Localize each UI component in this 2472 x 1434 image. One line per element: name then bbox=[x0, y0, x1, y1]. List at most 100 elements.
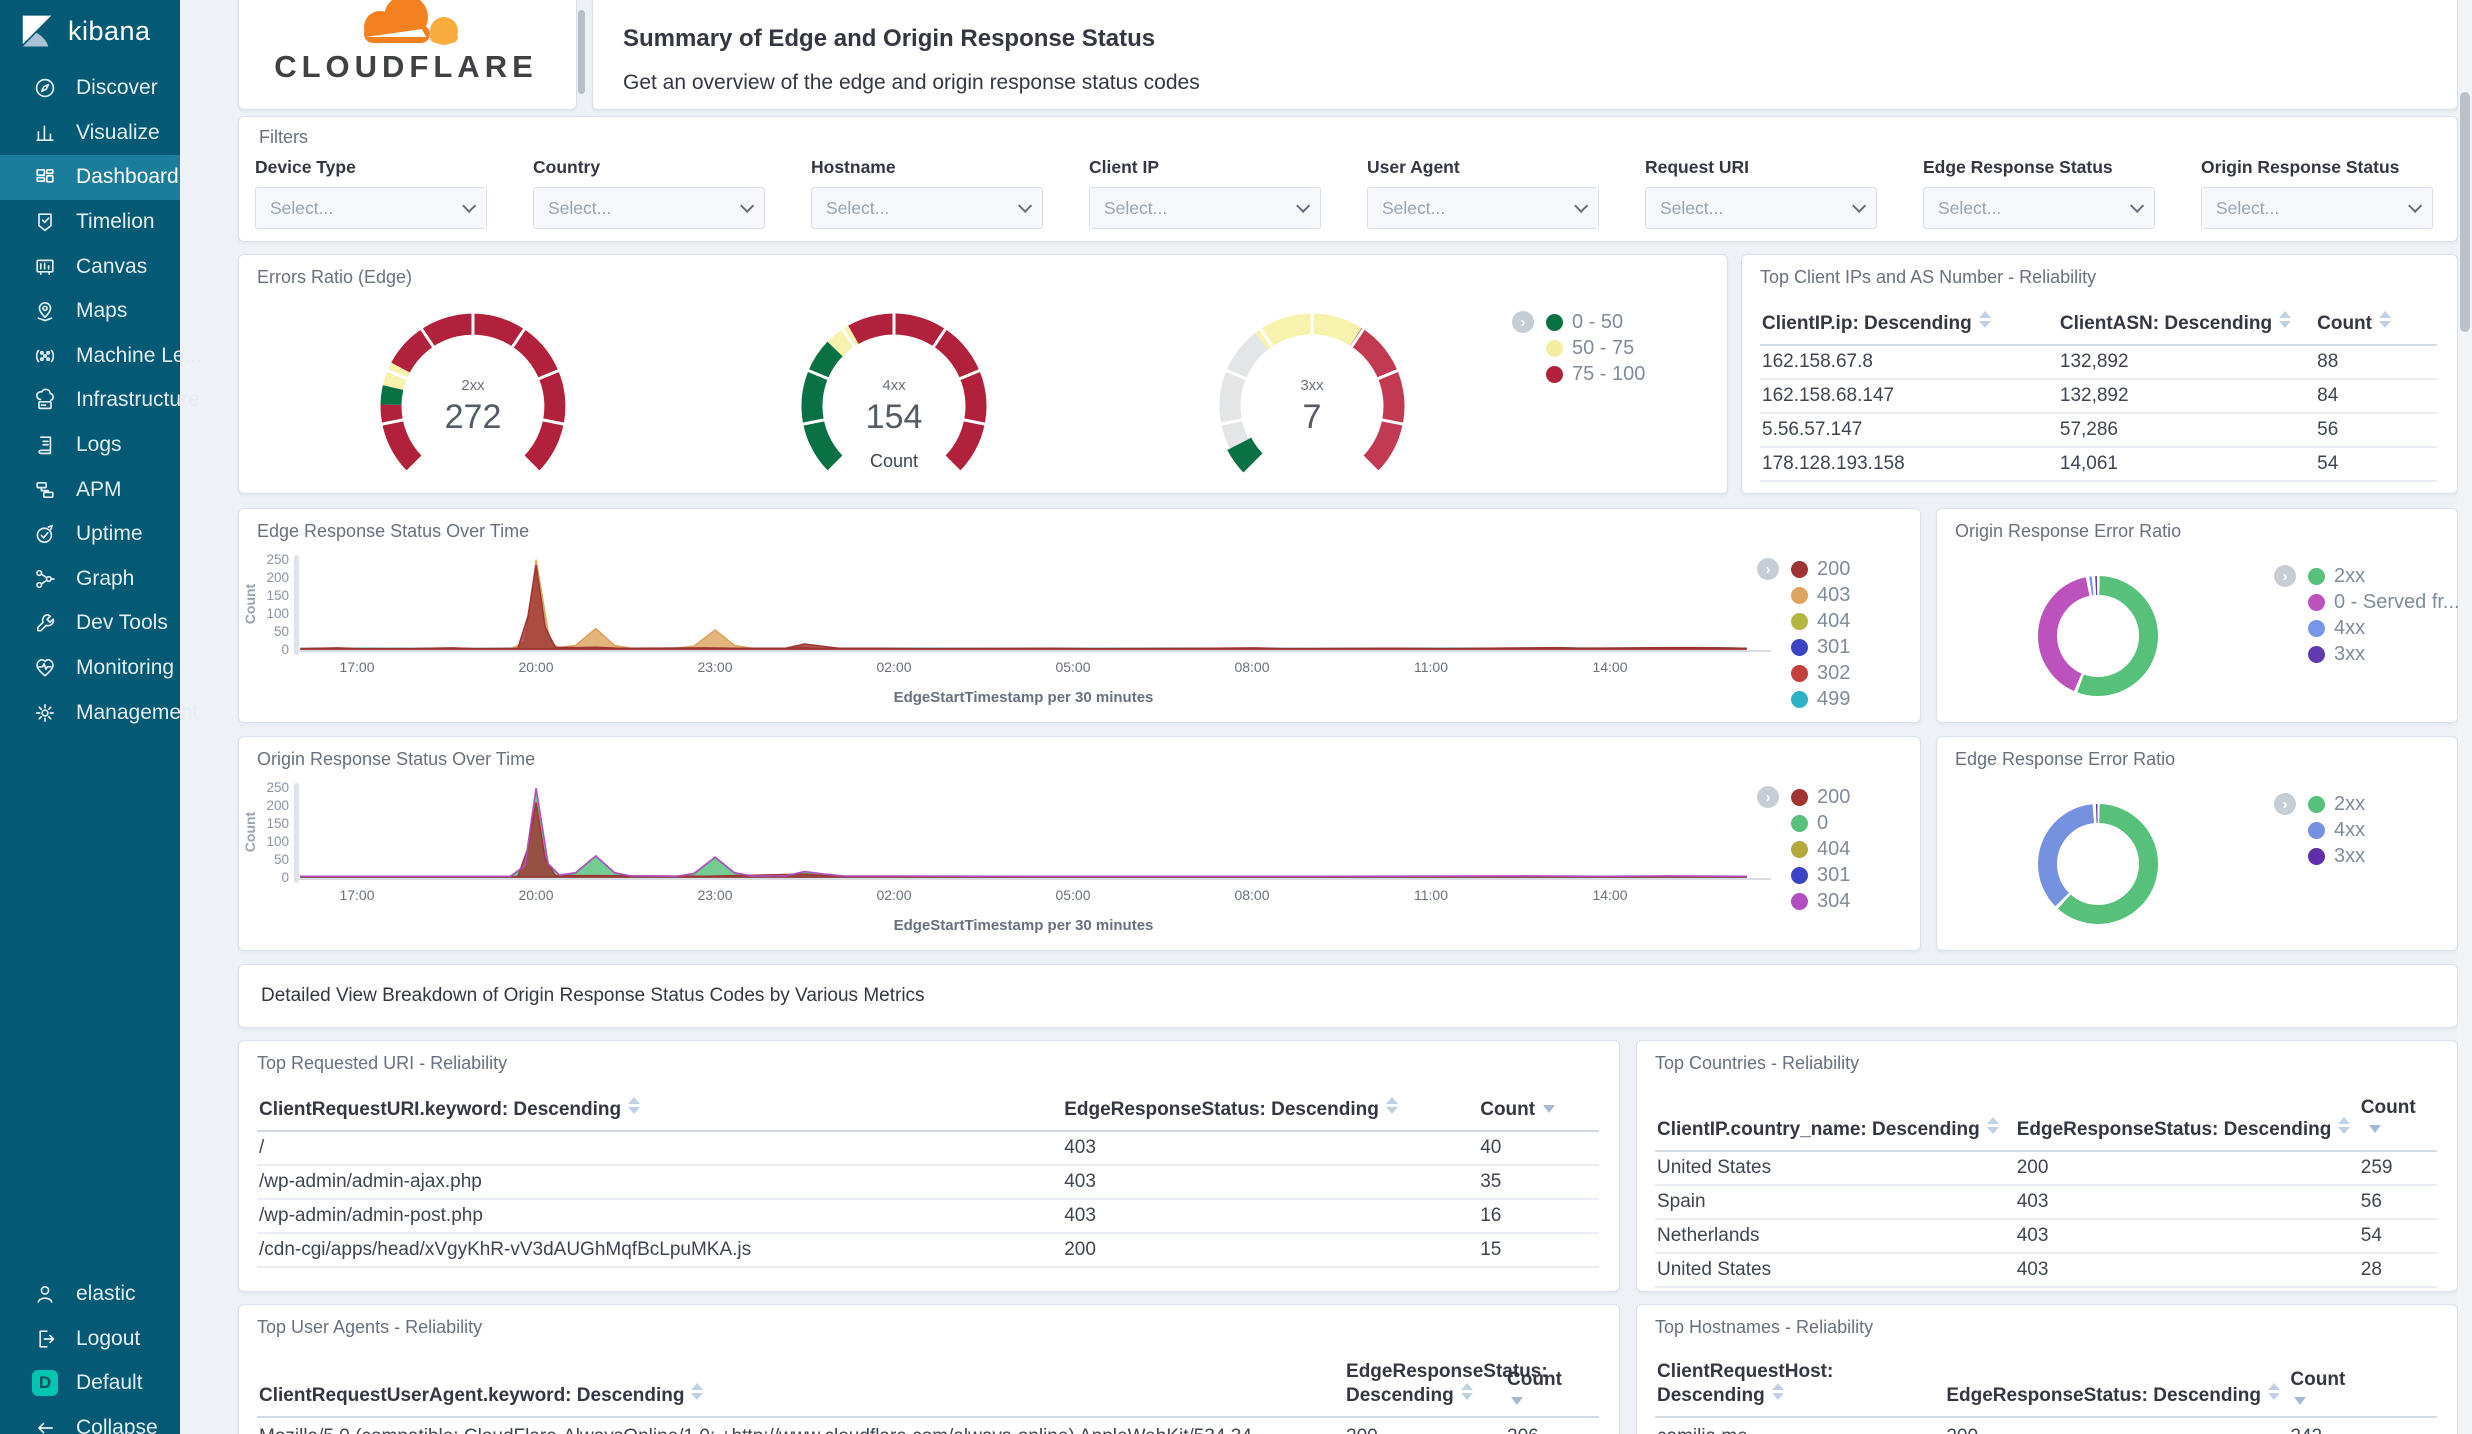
cloudflare-logo-panel: CLOUDFLARE bbox=[238, 0, 577, 110]
sidebar-item-visualize[interactable]: Visualize bbox=[0, 111, 180, 156]
svg-text:3xx: 3xx bbox=[1300, 377, 1324, 394]
legend-item-0-served-fr[interactable]: 0 - Served fr... bbox=[2308, 589, 2460, 615]
sidebar-item-default[interactable]: D Default bbox=[0, 1361, 180, 1406]
filter-select-user-agent[interactable]: Select... bbox=[1367, 187, 1599, 229]
sidebar-item-canvas[interactable]: Canvas bbox=[0, 244, 180, 289]
panel-scrollbar-thumb[interactable] bbox=[578, 10, 585, 94]
column-header-clientrequesturi-keyword-descending[interactable]: ClientRequestURI.keyword: Descending bbox=[257, 1089, 1063, 1132]
sidebar-item-label: Collapse bbox=[76, 1416, 158, 1434]
column-header-clientrequestuseragent-keyword-descending[interactable]: ClientRequestUserAgent.keyword: Descendi… bbox=[257, 1353, 1345, 1418]
column-header-edgeresponsestatus-descending[interactable]: EdgeResponseStatus: Descending bbox=[1944, 1353, 2289, 1418]
filter-select-request-uri[interactable]: Select... bbox=[1645, 187, 1877, 229]
kibana-logo-row[interactable]: kibana bbox=[0, 0, 180, 62]
filter-select-device-type[interactable]: Select... bbox=[255, 187, 487, 229]
legend-dot bbox=[1791, 840, 1808, 858]
sidebar-item-management[interactable]: Management bbox=[0, 690, 199, 735]
legend-toggle-icon[interactable]: › bbox=[1757, 786, 1779, 808]
legend-item-50-75[interactable]: 50 - 75 bbox=[1546, 335, 1645, 361]
sidebar-item-dashboard[interactable]: Dashboard bbox=[0, 155, 180, 200]
filter-select-country[interactable]: Select... bbox=[533, 187, 765, 229]
legend-item-label: 0 - Served fr... bbox=[2334, 590, 2460, 613]
table-cell: 54 bbox=[2358, 1219, 2437, 1254]
table-row: Mozilla/5.0 (compatible; CloudFlare-Alwa… bbox=[257, 1417, 1599, 1434]
column-header-clientrequesthost-descending[interactable]: ClientRequestHost: Descending bbox=[1655, 1353, 1945, 1418]
graph-icon bbox=[32, 566, 58, 592]
column-header-clientip-ip-descending[interactable]: ClientIP.ip: Descending bbox=[1760, 303, 2058, 346]
column-header-clientip-country-name-descending[interactable]: ClientIP.country_name: Descending bbox=[1655, 1089, 2015, 1152]
sidebar-item-discover[interactable]: Discover bbox=[0, 66, 180, 111]
data-table: ClientRequestURI.keyword: Descending Edge… bbox=[257, 1089, 1599, 1268]
legend-item-200[interactable]: 200 bbox=[1791, 784, 1850, 810]
window-scrollbar-thumb[interactable] bbox=[2460, 92, 2470, 332]
legend-item-0[interactable]: 0 bbox=[1791, 810, 1850, 836]
column-header-edgeresponsestatus-descending[interactable]: EdgeResponseStatus: Descending bbox=[2014, 1089, 2359, 1152]
sidebar-item-graph[interactable]: Graph bbox=[0, 557, 180, 602]
chevron-down-icon bbox=[740, 198, 755, 213]
window-scrollbar-track[interactable] bbox=[2458, 0, 2472, 1434]
legend-dot bbox=[2308, 821, 2325, 839]
legend-item-301[interactable]: 301 bbox=[1791, 862, 1850, 888]
legend-item-0-50[interactable]: 0 - 50 bbox=[1546, 309, 1645, 335]
sidebar-item-monitoring[interactable]: Monitoring bbox=[0, 646, 180, 691]
filter-select-client-ip[interactable]: Select... bbox=[1089, 187, 1321, 229]
legend-item-304[interactable]: 304 bbox=[1791, 888, 1850, 914]
sidebar-item-infrastructure[interactable]: Infrastructure bbox=[0, 378, 200, 423]
legend-item-404[interactable]: 404 bbox=[1791, 836, 1850, 862]
legend-item-499[interactable]: 499 bbox=[1791, 686, 1850, 712]
legend-item-4xx[interactable]: 4xx bbox=[2308, 817, 2365, 843]
table-cell: 162.158.68.147 bbox=[1760, 379, 2058, 414]
sidebar-item-timelion[interactable]: Timelion bbox=[0, 200, 180, 245]
sidebar-item-collapse[interactable]: Collapse bbox=[0, 1406, 180, 1434]
column-header-edgeresponsestatus-descending[interactable]: EdgeResponseStatus: Descending bbox=[1062, 1089, 1479, 1132]
legend-item-302[interactable]: 302 bbox=[1791, 660, 1850, 686]
legend-item-4xx[interactable]: 4xx bbox=[2308, 615, 2460, 641]
svg-text:200: 200 bbox=[266, 798, 289, 813]
column-header-count[interactable]: Count bbox=[2288, 1353, 2437, 1418]
legend-item-3xx[interactable]: 3xx bbox=[2308, 641, 2460, 667]
sidebar-item-elastic[interactable]: elastic bbox=[0, 1272, 180, 1317]
column-header-edgeresponsestatus-descending[interactable]: EdgeResponseStatus: Descending bbox=[1344, 1353, 1548, 1418]
svg-text:154: 154 bbox=[866, 398, 923, 436]
sort-icon bbox=[1460, 1383, 1473, 1400]
dashboard-subtitle: Get an overview of the edge and origin r… bbox=[623, 71, 1200, 94]
legend-item-403[interactable]: 403 bbox=[1791, 582, 1850, 608]
sidebar-item-machine-le[interactable]: Machine Le... bbox=[0, 334, 202, 379]
legend-item-404[interactable]: 404 bbox=[1791, 608, 1850, 634]
sidebar-item-uptime[interactable]: Uptime bbox=[0, 512, 180, 557]
legend-dot bbox=[1791, 892, 1808, 910]
filter-select-origin-response-status[interactable]: Select... bbox=[2201, 187, 2433, 229]
column-header-count[interactable]: Count bbox=[2315, 303, 2437, 346]
legend-item-301[interactable]: 301 bbox=[1791, 634, 1850, 660]
legend-toggle-icon[interactable]: › bbox=[1757, 558, 1779, 580]
column-header-count[interactable]: Count bbox=[2358, 1089, 2437, 1152]
column-header-count[interactable]: Count bbox=[1478, 1089, 1599, 1132]
column-header-label: Count bbox=[2360, 1097, 2416, 1118]
legend-toggle-icon[interactable]: › bbox=[2274, 565, 2296, 587]
legend-item-2xx[interactable]: 2xx bbox=[2308, 563, 2460, 589]
filter-select-hostname[interactable]: Select... bbox=[811, 187, 1043, 229]
legend-dot bbox=[1791, 690, 1808, 708]
legend-toggle-icon[interactable]: › bbox=[1512, 311, 1534, 333]
markdown-note-panel: Detailed View Breakdown of Origin Respon… bbox=[238, 964, 2458, 1028]
legend-toggle-icon[interactable]: › bbox=[2274, 793, 2296, 815]
panel-title: Top Countries - Reliability bbox=[1655, 1053, 1860, 1073]
filter-select-edge-response-status[interactable]: Select... bbox=[1923, 187, 2155, 229]
sidebar-item-apm[interactable]: APM bbox=[0, 467, 180, 512]
sidebar-item-logout[interactable]: Logout bbox=[0, 1317, 180, 1362]
sort-icon bbox=[2338, 1117, 2351, 1134]
table-cell: 403 bbox=[1062, 1199, 1479, 1234]
table-cell: / bbox=[257, 1131, 1063, 1166]
legend-item-2xx[interactable]: 2xx bbox=[2308, 791, 2365, 817]
column-header-label: ClientRequestHost: Descending bbox=[1657, 1361, 1834, 1406]
legend-item-75-100[interactable]: 75 - 100 bbox=[1546, 361, 1645, 387]
sidebar-item-logs[interactable]: Logs bbox=[0, 423, 180, 468]
table-cell: 132,892 bbox=[2057, 345, 2316, 380]
column-header-clientasn-descending[interactable]: ClientASN: Descending bbox=[2057, 303, 2316, 346]
legend-item-3xx[interactable]: 3xx bbox=[2308, 843, 2365, 869]
sidebar-item-maps[interactable]: Maps bbox=[0, 289, 180, 334]
sidebar-item-dev-tools[interactable]: Dev Tools bbox=[0, 601, 180, 646]
table-cell: 40 bbox=[1478, 1131, 1599, 1166]
canvas-icon bbox=[32, 254, 58, 280]
legend-item-200[interactable]: 200 bbox=[1791, 556, 1850, 582]
table-cell: 14,061 bbox=[2057, 447, 2316, 482]
